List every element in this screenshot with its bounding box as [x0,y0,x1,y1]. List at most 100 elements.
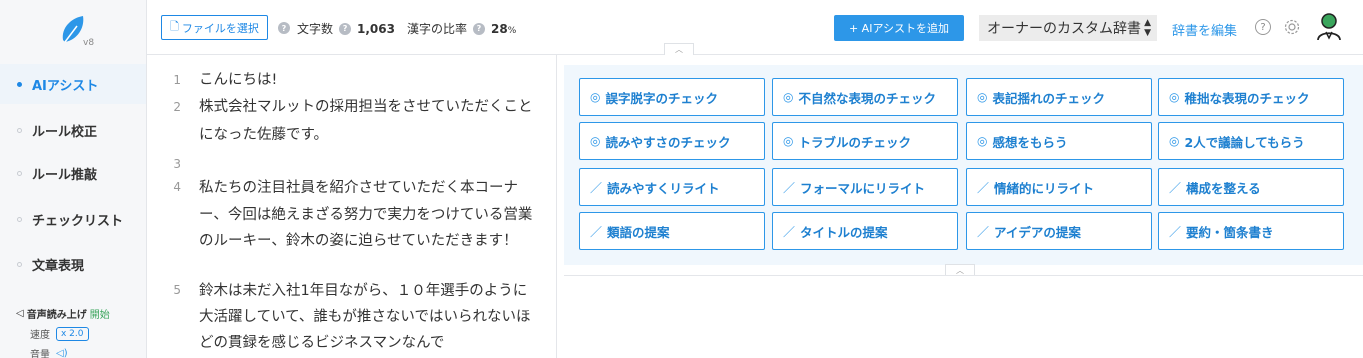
text-editor[interactable]: 1 こんにちは! 2 株式会社マルットの採用担当をさせていただくことになった佐藤… [147,55,557,358]
ai-action-button[interactable]: ◎ 2人で議論してもらう [1158,122,1344,160]
kanji-ratio-unit: % [507,25,517,36]
dictionary-select-value: オーナーのカスタム辞書 [987,21,1141,37]
char-count-help-icon[interactable]: ? [339,22,352,35]
line-number: 3 [173,157,181,171]
ai-action-label: 読みやすさのチェック [605,134,731,150]
ai-action-label: 類語の提案 [607,224,670,240]
ai-action-label: トラブルのチェック [798,134,911,150]
line-number: 5 [173,283,181,297]
file-icon: 🗋 [170,20,179,33]
active-dot-icon [17,81,22,87]
kanji-ratio-value: 28 [491,21,508,36]
line-number: 4 [173,180,181,194]
check-circle-icon: ◎ [590,90,601,104]
ai-action-label: 表記揺れのチェック [992,90,1105,106]
ai-action-button[interactable]: ／ 情緒的にリライト [966,168,1152,206]
check-circle-icon: ◎ [1169,134,1180,148]
line-text: 私たちの注目社員を紹介させていただく本コーナー、今回は絶えまざる努力で実力をつけ… [199,180,533,249]
topbar: 🗋 ファイルを選択 ? 文字数 ? 1,063 漢字の比率 ? 28% ︿ + … [147,0,1363,55]
line-text: 株式会社マルットの採用担当をさせていただくことになった佐藤です。 [199,99,533,143]
pencil-icon: ／ [1169,180,1182,195]
help-icon[interactable]: ? [278,22,290,34]
tts-volume: 音量 ◁) [30,346,68,358]
ai-action-label: 稚拙な表現のチェック [1184,90,1310,106]
select-arrows-icon: ▲ ▼ [1144,18,1151,38]
speaker-icon: ◁ [16,308,24,319]
sidebar-item-rule-proofread[interactable]: ルール校正 [0,110,146,150]
check-circle-icon: ◎ [1169,90,1180,104]
sidebar-item-label: ルール校正 [32,124,98,140]
add-ai-assist-button[interactable]: + AIアシストを追加 [834,15,964,41]
dot-icon [17,170,22,176]
dot-icon [17,216,22,222]
ai-action-label: 読みやすくリライト [607,180,720,196]
sidebar-item-label: AIアシスト [32,78,99,94]
tts-label: 音声読み上げ [26,310,87,321]
pencil-icon: ／ [783,180,796,195]
pencil-icon: ／ [783,224,796,239]
ai-action-label: 2人で議論してもらう [1184,134,1305,150]
pencil-icon: ／ [590,224,603,239]
kanji-ratio-help-icon[interactable]: ? [473,22,485,35]
file-select-label: ファイルを選択 [181,21,259,35]
dictionary-edit-link[interactable]: 辞書を編集 [1172,20,1237,39]
volume-label: 音量 [30,350,50,358]
ai-assist-panel: ◎ 誤字脱字のチェック ◎ 不自然な表現のチェック ◎ 表記揺れのチェック ◎ 稚拙な表現のチ… [564,65,1363,265]
sidebar-item-label: ルール推敲 [32,167,98,183]
pencil-icon: ／ [590,180,603,195]
ai-action-button[interactable]: ◎ 読みやすさのチェック [579,122,765,160]
ai-action-button[interactable]: ／ 要約・箇条書き [1158,212,1344,250]
ai-action-label: 感想をもらう [992,134,1068,150]
check-circle-icon: ◎ [977,90,988,104]
sidebar-item-ai-assist[interactable]: AIアシスト [0,64,146,104]
tts-speed: 速度 x 2.0 [30,326,89,341]
ai-action-button[interactable]: ◎ 感想をもらう [966,122,1152,160]
pencil-icon: ／ [1169,224,1182,239]
text-stats: 文字数 ? 1,063 漢字の比率 ? 28% [297,20,516,37]
collapse-toolbar-chevron-icon[interactable]: ︿ [664,43,694,55]
file-select-button[interactable]: 🗋 ファイルを選択 [161,15,268,40]
kanji-ratio-label: 漢字の比率 [406,22,467,36]
ai-action-button[interactable]: ◎ トラブルのチェック [772,122,958,160]
sidebar-item-rule-refine[interactable]: ルール推敲 [0,153,146,193]
ai-action-button[interactable]: ／ フォーマルにリライト [772,168,958,206]
dot-icon [17,261,22,267]
dot-icon [17,127,22,133]
line-number: 2 [173,100,181,114]
char-count-label: 文字数 [297,22,334,36]
ai-action-label: フォーマルにリライト [800,180,926,196]
ai-action-label: 誤字脱字のチェック [605,90,718,106]
char-count-value: 1,063 [357,21,395,36]
ai-action-label: 不自然な表現のチェック [798,90,936,106]
ai-action-label: 情緒的にリライト [994,180,1095,196]
check-circle-icon: ◎ [590,134,601,148]
speed-label: 速度 [30,330,50,341]
check-circle-icon: ◎ [783,134,794,148]
ai-action-label: アイデアの提案 [994,224,1081,240]
dictionary-select[interactable]: オーナーのカスタム辞書 ▲ ▼ [979,15,1157,41]
ai-action-label: 要約・箇条書き [1186,224,1274,240]
ai-action-button[interactable]: ／ 構成を整える [1158,168,1344,206]
ai-action-button[interactable]: ／ 読みやすくリライト [579,168,765,206]
tts-start-link[interactable]: 開始 [90,306,110,321]
ai-action-button[interactable]: ／ タイトルの提案 [772,212,958,250]
ai-action-label: タイトルの提案 [800,224,888,240]
check-circle-icon: ◎ [783,90,794,104]
gear-icon[interactable] [1282,17,1302,37]
ai-action-button[interactable]: ／ 類語の提案 [579,212,765,250]
sidebar-item-expression[interactable]: 文章表現 [0,244,146,284]
tts-control: ◁ 音声読み上げ 開始 [16,306,110,321]
volume-icon[interactable]: ◁) [56,348,68,358]
ai-action-button[interactable]: ◎ 表記揺れのチェック [966,78,1152,116]
pencil-icon: ／ [977,224,990,239]
ai-action-button[interactable]: ◎ 稚拙な表現のチェック [1158,78,1344,116]
ai-action-button[interactable]: ◎ 誤字脱字のチェック [579,78,765,116]
ai-action-button[interactable]: ／ アイデアの提案 [966,212,1152,250]
question-icon[interactable]: ? [1255,19,1271,35]
line-text: 鈴木は未だ入社1年目ながら、１０年選手のように大活躍していて、誰もが推さないでは… [199,283,531,351]
ai-action-button[interactable]: ◎ 不自然な表現のチェック [772,78,958,116]
sidebar-item-checklist[interactable]: チェックリスト [0,199,146,239]
divider [564,275,1363,276]
user-avatar-icon[interactable] [1315,12,1343,42]
speed-value-button[interactable]: x 2.0 [56,326,89,341]
